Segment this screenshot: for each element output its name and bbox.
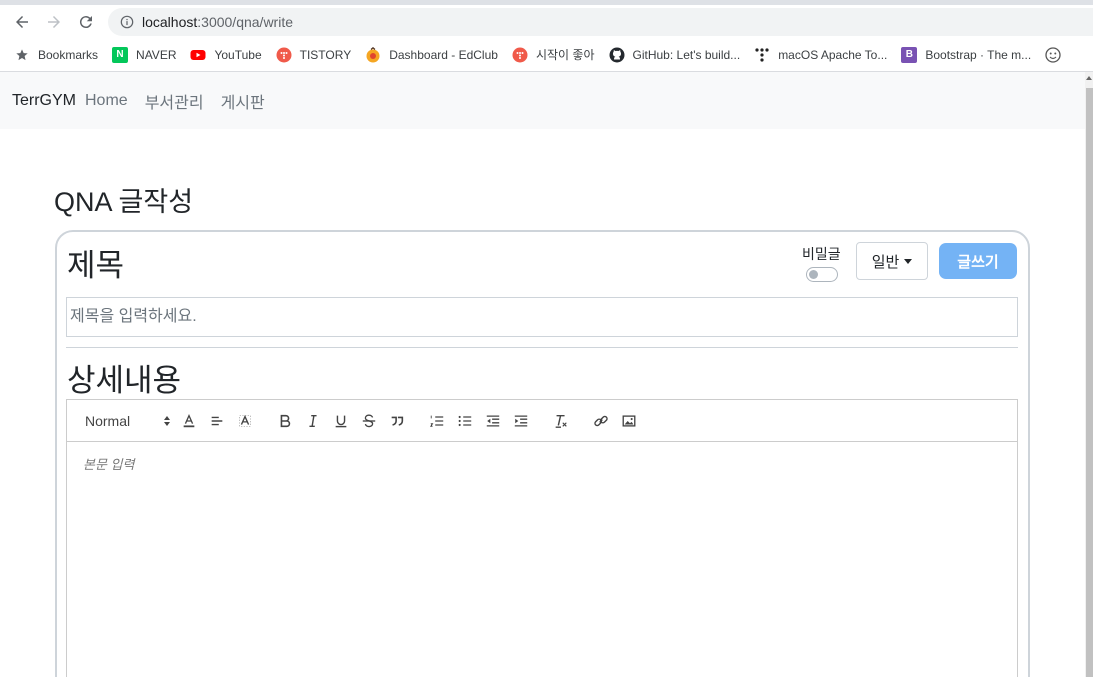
arrow-left-icon bbox=[16, 16, 28, 28]
divider bbox=[66, 347, 1018, 348]
indent-icon bbox=[514, 414, 528, 427]
background-color-icon bbox=[239, 414, 251, 427]
outdent-icon bbox=[486, 414, 500, 427]
editor-body[interactable]: 본문 입력 bbox=[66, 441, 1018, 677]
back-button[interactable] bbox=[12, 12, 32, 32]
underline-button[interactable] bbox=[327, 409, 355, 433]
naver-icon: N bbox=[112, 46, 129, 63]
bootstrap-icon: B bbox=[901, 46, 918, 63]
secret-label: 비밀글 bbox=[802, 246, 841, 262]
bullet-list-button[interactable] bbox=[451, 409, 479, 433]
font-color-icon bbox=[183, 413, 195, 427]
nav-link-home[interactable]: Home bbox=[85, 92, 128, 110]
info-icon[interactable] bbox=[120, 15, 134, 29]
navbar-brand[interactable]: TerrGYM bbox=[12, 92, 76, 110]
header-picker[interactable]: Normal bbox=[85, 409, 175, 433]
align-left-icon bbox=[211, 416, 223, 425]
font-color-button[interactable] bbox=[175, 409, 203, 433]
bookmark-label: Dashboard - EdClub bbox=[389, 47, 498, 62]
arrow-right-icon bbox=[48, 16, 60, 28]
image-icon bbox=[622, 414, 636, 427]
url-path: :3000/qna/write bbox=[197, 14, 293, 30]
underline-icon bbox=[335, 415, 347, 427]
bookmark-item[interactable]: macOS Apache To... bbox=[748, 43, 895, 67]
strikethrough-icon bbox=[362, 414, 376, 427]
forward-button[interactable] bbox=[44, 12, 64, 32]
bookmark-label: NAVER bbox=[136, 47, 177, 62]
bookmark-item[interactable]: 시작이 좋아 bbox=[506, 43, 603, 67]
category-dropdown[interactable]: 일반 bbox=[856, 242, 928, 280]
reload-button[interactable] bbox=[76, 12, 96, 32]
ordered-list-button[interactable] bbox=[423, 409, 451, 433]
bookmark-label: GitHub: Let's build... bbox=[632, 47, 741, 62]
dots-icon bbox=[754, 47, 770, 63]
title-input[interactable] bbox=[66, 297, 1018, 337]
link-icon bbox=[594, 415, 608, 426]
italic-icon bbox=[309, 414, 317, 427]
editor-placeholder: 본문 입력 bbox=[83, 457, 135, 472]
background-color-button[interactable] bbox=[231, 409, 259, 433]
editor-toolbar: Normal bbox=[66, 399, 1018, 442]
bookmark-item[interactable]: B Bootstrap · The m... bbox=[895, 43, 1039, 67]
category-selected: 일반 bbox=[871, 253, 900, 271]
smiley-icon bbox=[1045, 46, 1061, 63]
quote-icon bbox=[391, 416, 404, 426]
tistory-icon bbox=[512, 47, 528, 63]
bookmark-label: 시작이 좋아 bbox=[535, 48, 595, 62]
url-host: localhost bbox=[142, 14, 198, 30]
italic-button[interactable] bbox=[299, 409, 327, 433]
clear-format-button[interactable] bbox=[547, 409, 575, 433]
star-icon bbox=[14, 47, 30, 63]
clear-format-icon bbox=[555, 414, 567, 428]
toggle-knob bbox=[809, 270, 818, 279]
youtube-icon bbox=[190, 47, 206, 63]
address-bar[interactable]: localhost:3000/qna/write bbox=[108, 8, 1093, 36]
link-button[interactable] bbox=[587, 409, 615, 433]
edclub-icon bbox=[365, 46, 381, 63]
header-picker-value: Normal bbox=[85, 412, 131, 429]
bookmark-item[interactable]: TISTORY bbox=[270, 43, 360, 67]
bullet-list-icon bbox=[458, 415, 472, 426]
bookmark-item[interactable]: Dashboard - EdClub bbox=[359, 43, 506, 67]
indent-button[interactable] bbox=[507, 409, 535, 433]
page-title: QNA 글작성 bbox=[54, 187, 194, 217]
bold-button[interactable] bbox=[271, 409, 299, 433]
strike-button[interactable] bbox=[355, 409, 383, 433]
browser-toolbar: localhost:3000/qna/write bbox=[0, 5, 1093, 39]
nav-link-board[interactable]: 게시판 bbox=[221, 89, 265, 113]
subject-label: 제목 bbox=[67, 248, 125, 283]
bookmark-label: Bootstrap · The m... bbox=[925, 47, 1032, 62]
bookmark-item[interactable]: YouTube bbox=[184, 43, 269, 67]
bookmark-item[interactable] bbox=[1039, 43, 1077, 67]
app-navbar: TerrGYM Home 부서관리 게시판 bbox=[0, 72, 1085, 129]
bookmark-item[interactable]: N NAVER bbox=[106, 43, 184, 67]
bookmark-item[interactable]: GitHub: Let's build... bbox=[603, 43, 749, 67]
content-label: 상세내용 bbox=[67, 363, 182, 398]
scroll-up-icon[interactable] bbox=[1086, 73, 1092, 83]
blockquote-button[interactable] bbox=[383, 409, 411, 433]
reload-icon bbox=[79, 16, 92, 29]
github-icon bbox=[609, 47, 625, 63]
align-button[interactable] bbox=[203, 409, 231, 433]
nav-link-department[interactable]: 부서관리 bbox=[145, 89, 204, 113]
tistory-icon bbox=[276, 47, 292, 63]
bookmarks-bar: Bookmarks N NAVER YouTube TISTORY Dashboard -… bbox=[0, 39, 1093, 70]
bookmark-label: TISTORY bbox=[299, 47, 352, 62]
outdent-button[interactable] bbox=[479, 409, 507, 433]
bookmark-label: Bookmarks bbox=[38, 47, 99, 62]
bookmark-label: YouTube bbox=[214, 47, 262, 62]
updown-arrows-icon bbox=[164, 415, 170, 426]
submit-button[interactable]: 글쓰기 bbox=[939, 243, 1017, 279]
secret-toggle[interactable] bbox=[806, 267, 838, 282]
bold-icon bbox=[280, 414, 291, 427]
ordered-list-icon bbox=[429, 415, 444, 427]
image-button[interactable] bbox=[615, 409, 643, 433]
caret-down-icon bbox=[904, 258, 913, 264]
scrollbar-thumb[interactable] bbox=[1086, 88, 1093, 677]
bookmark-item[interactable]: Bookmarks bbox=[0, 43, 106, 67]
bookmark-label: macOS Apache To... bbox=[778, 47, 888, 62]
